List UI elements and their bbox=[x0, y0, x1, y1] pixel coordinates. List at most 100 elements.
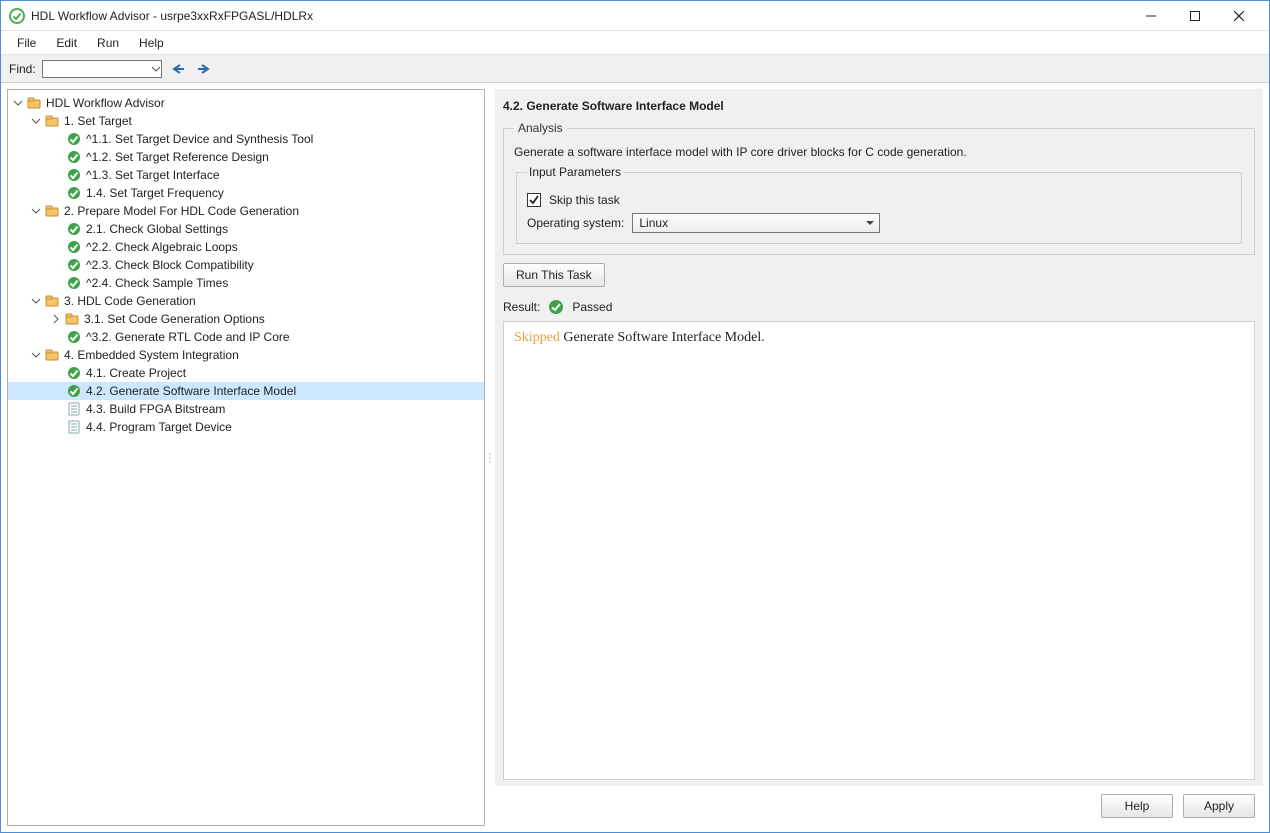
folder-icon bbox=[64, 311, 80, 327]
tree-label: 4. Embedded System Integration bbox=[62, 348, 239, 362]
splitter[interactable]: ⋮ bbox=[485, 83, 495, 832]
footer-buttons: Help Apply bbox=[495, 786, 1263, 826]
operating-system-select[interactable]: Linux bbox=[632, 213, 880, 233]
tree-item-4-4[interactable]: 4.4. Program Target Device bbox=[8, 418, 484, 436]
app-window: HDL Workflow Advisor - usrpe3xxRxFPGASL/… bbox=[0, 0, 1270, 833]
tree-item-1-2[interactable]: ^1.2. Set Target Reference Design bbox=[8, 148, 484, 166]
document-icon bbox=[66, 401, 82, 417]
expand-toggle[interactable] bbox=[28, 350, 44, 360]
pass-icon bbox=[66, 239, 82, 255]
skip-task-label: Skip this task bbox=[549, 193, 620, 207]
analysis-panel: Analysis Generate a software interface m… bbox=[503, 121, 1255, 255]
tree-item-4-1[interactable]: 4.1. Create Project bbox=[8, 364, 484, 382]
tree-item-3-1[interactable]: 3.1. Set Code Generation Options bbox=[8, 310, 484, 328]
help-button[interactable]: Help bbox=[1101, 794, 1173, 818]
tree-item-3-2[interactable]: ^3.2. Generate RTL Code and IP Core bbox=[8, 328, 484, 346]
pass-icon bbox=[66, 167, 82, 183]
tree-item-2-1[interactable]: 2.1. Check Global Settings bbox=[8, 220, 484, 238]
menu-file[interactable]: File bbox=[9, 34, 44, 52]
result-status: Passed bbox=[572, 300, 612, 314]
input-parameters-panel: Input Parameters Skip this task Operatin… bbox=[516, 165, 1242, 244]
tree-label: 4.3. Build FPGA Bitstream bbox=[84, 402, 225, 416]
apply-button[interactable]: Apply bbox=[1183, 794, 1255, 818]
tree-label: ^2.3. Check Block Compatibility bbox=[84, 258, 254, 272]
tree-pane[interactable]: HDL Workflow Advisor 1. Set Target ^1.1. bbox=[7, 89, 485, 826]
pass-icon bbox=[548, 299, 564, 315]
output-box: Skipped Generate Software Interface Mode… bbox=[503, 321, 1255, 780]
input-parameters-legend: Input Parameters bbox=[527, 165, 623, 179]
body: HDL Workflow Advisor 1. Set Target ^1.1. bbox=[1, 83, 1269, 832]
tree-item-1-3[interactable]: ^1.3. Set Target Interface bbox=[8, 166, 484, 184]
expand-toggle[interactable] bbox=[28, 206, 44, 216]
tree-root[interactable]: HDL Workflow Advisor bbox=[8, 94, 484, 112]
pass-icon bbox=[66, 257, 82, 273]
tree-item-1-1[interactable]: ^1.1. Set Target Device and Synthesis To… bbox=[8, 130, 484, 148]
expand-toggle[interactable] bbox=[28, 116, 44, 126]
tree-label: 2. Prepare Model For HDL Code Generation bbox=[62, 204, 299, 218]
pass-icon bbox=[66, 365, 82, 381]
document-icon bbox=[66, 419, 82, 435]
tree-label: 1.4. Set Target Frequency bbox=[84, 186, 224, 200]
tree-item-2-2[interactable]: ^2.2. Check Algebraic Loops bbox=[8, 238, 484, 256]
tree-group-2[interactable]: 2. Prepare Model For HDL Code Generation bbox=[8, 202, 484, 220]
folder-icon bbox=[44, 203, 60, 219]
findbar: Find: bbox=[1, 55, 1269, 83]
tree-label: ^1.2. Set Target Reference Design bbox=[84, 150, 269, 164]
tree-label: ^3.2. Generate RTL Code and IP Core bbox=[84, 330, 290, 344]
tree-label: ^1.1. Set Target Device and Synthesis To… bbox=[84, 132, 313, 146]
tree-label: ^1.3. Set Target Interface bbox=[84, 168, 220, 182]
pass-icon bbox=[66, 131, 82, 147]
pass-icon bbox=[66, 221, 82, 237]
tree-item-1-4[interactable]: 1.4. Set Target Frequency bbox=[8, 184, 484, 202]
output-skipped-word: Skipped bbox=[514, 330, 560, 345]
tree-item-2-4[interactable]: ^2.4. Check Sample Times bbox=[8, 274, 484, 292]
window-title: HDL Workflow Advisor - usrpe3xxRxFPGASL/… bbox=[31, 9, 313, 23]
expand-toggle[interactable] bbox=[28, 296, 44, 306]
pass-icon bbox=[66, 329, 82, 345]
tree-item-4-2[interactable]: 4.2. Generate Software Interface Model bbox=[8, 382, 484, 400]
app-icon bbox=[9, 8, 25, 24]
detail-heading: 4.2. Generate Software Interface Model bbox=[503, 95, 1255, 117]
expand-toggle[interactable] bbox=[10, 98, 26, 108]
tree-label: 1. Set Target bbox=[62, 114, 132, 128]
find-label: Find: bbox=[9, 62, 36, 76]
menubar: File Edit Run Help bbox=[1, 31, 1269, 55]
chevron-down-icon bbox=[865, 218, 875, 228]
titlebar: HDL Workflow Advisor - usrpe3xxRxFPGASL/… bbox=[1, 1, 1269, 31]
folder-icon bbox=[44, 293, 60, 309]
tree-item-2-3[interactable]: ^2.3. Check Block Compatibility bbox=[8, 256, 484, 274]
tree-label: 4.2. Generate Software Interface Model bbox=[84, 384, 296, 398]
analysis-description: Generate a software interface model with… bbox=[514, 145, 1244, 159]
pass-icon bbox=[66, 185, 82, 201]
result-label: Result: bbox=[503, 300, 540, 314]
expand-toggle[interactable] bbox=[48, 314, 64, 324]
operating-system-label: Operating system: bbox=[527, 216, 624, 230]
close-button[interactable] bbox=[1217, 1, 1261, 31]
folder-icon bbox=[44, 113, 60, 129]
pass-icon bbox=[66, 149, 82, 165]
find-prev-button[interactable] bbox=[168, 60, 188, 78]
minimize-button[interactable] bbox=[1129, 1, 1173, 31]
tree-group-3[interactable]: 3. HDL Code Generation bbox=[8, 292, 484, 310]
tree-label: 4.4. Program Target Device bbox=[84, 420, 232, 434]
menu-help[interactable]: Help bbox=[131, 34, 172, 52]
tree-label: ^2.2. Check Algebraic Loops bbox=[84, 240, 238, 254]
menu-run[interactable]: Run bbox=[89, 34, 127, 52]
analysis-legend: Analysis bbox=[514, 121, 567, 135]
folder-icon bbox=[26, 95, 42, 111]
tree-item-4-3[interactable]: 4.3. Build FPGA Bitstream bbox=[8, 400, 484, 418]
operating-system-value: Linux bbox=[639, 216, 668, 230]
find-next-button[interactable] bbox=[194, 60, 214, 78]
pass-icon bbox=[66, 275, 82, 291]
tree-group-1[interactable]: 1. Set Target bbox=[8, 112, 484, 130]
maximize-button[interactable] bbox=[1173, 1, 1217, 31]
tree-label: 3.1. Set Code Generation Options bbox=[82, 312, 265, 326]
run-task-button[interactable]: Run This Task bbox=[503, 263, 605, 287]
pass-icon bbox=[66, 383, 82, 399]
find-input[interactable] bbox=[42, 60, 162, 78]
skip-task-checkbox[interactable] bbox=[527, 193, 541, 207]
tree-label: 3. HDL Code Generation bbox=[62, 294, 196, 308]
menu-edit[interactable]: Edit bbox=[48, 34, 85, 52]
tree-label: 2.1. Check Global Settings bbox=[84, 222, 228, 236]
tree-group-4[interactable]: 4. Embedded System Integration bbox=[8, 346, 484, 364]
